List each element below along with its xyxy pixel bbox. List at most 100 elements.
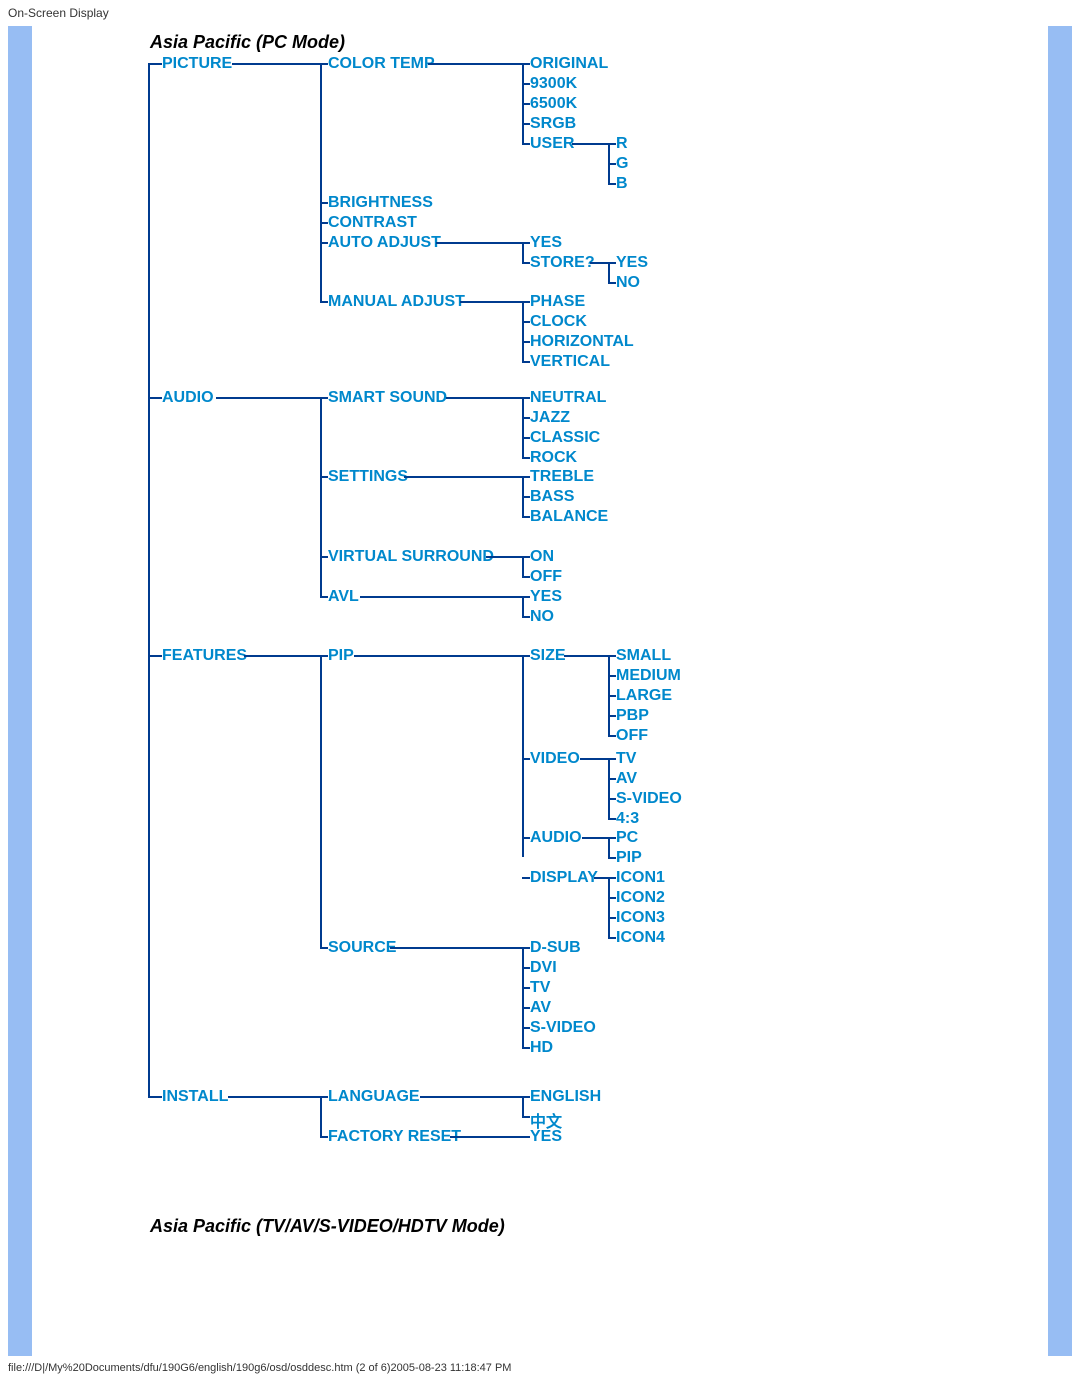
n-original: ORIGINAL: [530, 55, 608, 73]
line: [522, 947, 524, 1047]
line: [608, 917, 616, 919]
line: [522, 301, 524, 361]
line: [522, 63, 530, 65]
line: [522, 655, 530, 657]
line: [608, 897, 616, 899]
line: [148, 397, 162, 399]
n-tv: TV: [616, 750, 636, 768]
line: [522, 967, 530, 969]
line: [522, 1096, 524, 1116]
line: [320, 655, 328, 657]
line: [522, 556, 530, 558]
line: [608, 758, 610, 818]
line: [522, 837, 530, 839]
line: [148, 1096, 162, 1098]
title-pc-mode: Asia Pacific (PC Mode): [150, 32, 345, 53]
n-svideo2: S-VIDEO: [530, 1019, 596, 1037]
line: [522, 1047, 530, 1049]
n-manualadjust: MANUAL ADJUST: [328, 293, 465, 311]
line: [608, 877, 616, 879]
line: [244, 655, 320, 657]
n-hd: HD: [530, 1039, 553, 1057]
n-on: ON: [530, 548, 554, 566]
n-6500k: 6500K: [530, 95, 577, 113]
line: [522, 556, 524, 576]
line: [522, 1096, 530, 1098]
line: [320, 1096, 328, 1098]
line: [320, 556, 328, 558]
line: [404, 476, 522, 478]
n-43: 4:3: [616, 810, 639, 828]
n-off2: OFF: [616, 727, 648, 745]
line: [594, 877, 608, 879]
n-dvi: DVI: [530, 959, 557, 977]
n-icon2: ICON2: [616, 889, 665, 907]
line: [522, 596, 530, 598]
line: [320, 202, 328, 204]
line: [320, 63, 322, 302]
line: [608, 163, 616, 165]
n-autoadjust: AUTO ADJUST: [328, 234, 441, 252]
n-bass: BASS: [530, 488, 574, 506]
line: [320, 301, 328, 303]
line: [522, 1007, 530, 1009]
n-classic: CLASSIC: [530, 429, 600, 447]
n-pip: PIP: [328, 647, 354, 665]
line: [608, 735, 616, 737]
line: [522, 457, 530, 459]
line: [522, 496, 530, 498]
line: [486, 556, 522, 558]
line: [320, 397, 328, 399]
n-svideo: S-VIDEO: [616, 790, 682, 808]
line: [522, 397, 524, 457]
line: [320, 242, 328, 244]
line: [608, 837, 610, 857]
line: [608, 778, 616, 780]
n-large: LARGE: [616, 687, 672, 705]
line: [608, 837, 616, 839]
line: [572, 143, 608, 145]
n-yes2: YES: [616, 254, 648, 272]
n-contrast: CONTRAST: [328, 214, 417, 232]
line: [608, 877, 610, 937]
n-tv2: TV: [530, 979, 550, 997]
line: [148, 63, 150, 1097]
line: [608, 798, 616, 800]
line: [360, 596, 522, 598]
line: [522, 262, 530, 264]
line: [590, 262, 608, 264]
n-pbp: PBP: [616, 707, 649, 725]
n-video: VIDEO: [530, 750, 580, 768]
line: [354, 655, 522, 657]
line: [320, 596, 328, 598]
n-clock: CLOCK: [530, 313, 587, 331]
line: [608, 282, 616, 284]
line: [608, 937, 616, 939]
n-display: DISPLAY: [530, 869, 598, 887]
n-horizontal: HORIZONTAL: [530, 333, 634, 351]
line: [522, 143, 530, 145]
n-icon1: ICON1: [616, 869, 665, 887]
n-av2: AV: [530, 999, 551, 1017]
line: [320, 63, 328, 65]
n-9300k: 9300K: [530, 75, 577, 93]
line: [608, 262, 610, 282]
line: [522, 123, 530, 125]
n-yes1: YES: [530, 234, 562, 252]
line: [522, 397, 530, 399]
n-icon4: ICON4: [616, 929, 665, 947]
title-tvav-mode: Asia Pacific (TV/AV/S-VIDEO/HDTV Mode): [150, 1216, 505, 1237]
line: [522, 437, 530, 439]
line: [608, 262, 616, 264]
line: [522, 516, 530, 518]
n-srgb: SRGB: [530, 115, 576, 133]
line: [228, 1096, 320, 1098]
line: [522, 596, 524, 616]
line: [446, 397, 522, 399]
line: [420, 1096, 522, 1098]
line: [522, 877, 530, 879]
n-no2: NO: [530, 608, 554, 626]
line: [608, 695, 616, 697]
line: [608, 818, 616, 820]
n-av: AV: [616, 770, 637, 788]
